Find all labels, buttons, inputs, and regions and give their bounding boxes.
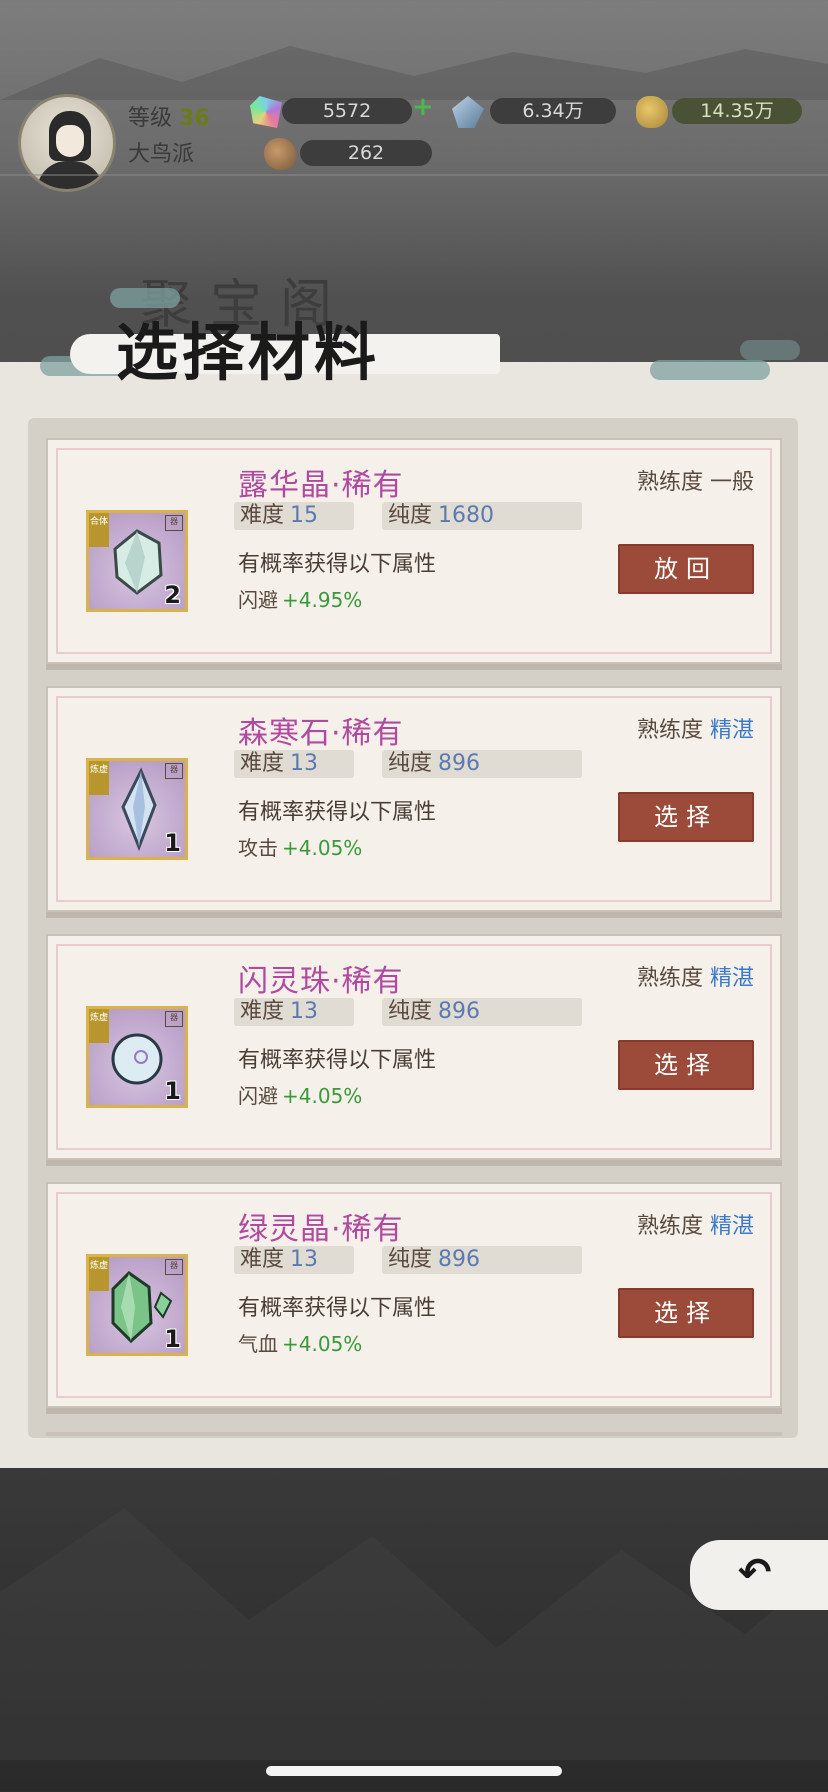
- attribute-description: 有概率获得以下属性: [238, 552, 437, 577]
- player-top-bar: 等级 36 大鸟派 5572 + 6.34万 14.35万 262: [0, 84, 828, 192]
- proficiency-value: 精湛: [709, 718, 754, 743]
- material-quantity: 1: [164, 1325, 181, 1353]
- select-button[interactable]: 选择: [618, 1040, 754, 1090]
- proficiency: 熟练度 精湛: [636, 966, 754, 991]
- proficiency: 熟练度 一般: [636, 470, 754, 495]
- proficiency-value: 精湛: [709, 966, 754, 991]
- player-avatar[interactable]: [18, 94, 116, 192]
- difficulty-value: 13: [290, 751, 319, 776]
- difficulty-value: 15: [290, 503, 319, 528]
- attribute-line: 气血 +4.05%: [238, 1328, 362, 1357]
- attribute-name: 闪避: [238, 1084, 278, 1108]
- proficiency-value: 一般: [709, 470, 754, 495]
- purity-value: 896: [438, 1247, 481, 1272]
- put-back-button[interactable]: 放回: [618, 544, 754, 594]
- difficulty-chip: 难度 13: [234, 1246, 354, 1274]
- player-level: 等级 36: [128, 100, 210, 132]
- attribute-value: +4.05%: [282, 1332, 363, 1356]
- difficulty-chip: 难度 13: [234, 998, 354, 1026]
- difficulty-value: 13: [290, 1247, 319, 1272]
- material-icon-slot[interactable]: 炼虚 器 1: [86, 1254, 188, 1356]
- resource-crystal: 6.34万: [490, 98, 616, 124]
- add-resource-icon[interactable]: +: [412, 92, 434, 122]
- material-card: 炼虚 器 1 绿灵晶·稀有 熟练度 精湛 难度 13 纯度 896 有概率获得以下属…: [46, 1182, 782, 1408]
- list-bottom-edge: [46, 1432, 782, 1436]
- resource-spirit-stone: 5572: [282, 98, 412, 124]
- attribute-description: 有概率获得以下属性: [238, 800, 437, 825]
- proficiency: 熟练度 精湛: [636, 718, 754, 743]
- home-indicator[interactable]: [266, 1766, 562, 1776]
- difficulty-chip: 难度 15: [234, 502, 354, 530]
- resource-gold: 14.35万: [672, 98, 802, 124]
- player-sect: 大鸟派: [128, 142, 195, 167]
- difficulty-value: 13: [290, 999, 319, 1024]
- purity-chip: 纯度 896: [382, 1246, 582, 1274]
- proficiency-value: 精湛: [709, 1214, 754, 1239]
- purity-chip: 纯度 1680: [382, 502, 582, 530]
- rainbow-gem-icon: [250, 96, 282, 128]
- material-card: 合体 器 2 露华晶·稀有 熟练度 一般 难度 15 纯度 1680 有概率获得以下…: [46, 438, 782, 664]
- title-text: 选择材料: [116, 316, 381, 389]
- select-button[interactable]: 选择: [618, 792, 754, 842]
- material-icon-slot[interactable]: 合体 器 2: [86, 510, 188, 612]
- material-name: 森寒石·稀有: [238, 716, 404, 751]
- purity-chip: 纯度 896: [382, 750, 582, 778]
- material-name: 露华晶·稀有: [238, 468, 404, 503]
- resource-ore: 262: [300, 140, 432, 166]
- purity-value: 896: [438, 999, 481, 1024]
- purity-value: 1680: [438, 503, 495, 528]
- panel-title: 选择材料: [70, 300, 510, 400]
- attribute-name: 攻击: [238, 836, 278, 860]
- material-card: 炼虚 器 1 森寒石·稀有 熟练度 精湛 难度 13 纯度 896 有概率获得以下属…: [46, 686, 782, 912]
- gold-nugget-icon: [636, 96, 668, 128]
- material-quantity: 2: [164, 581, 181, 609]
- attribute-line: 攻击 +4.05%: [238, 832, 362, 861]
- ore-icon: [264, 138, 296, 170]
- attribute-description: 有概率获得以下属性: [238, 1296, 437, 1321]
- select-button[interactable]: 选择: [618, 1288, 754, 1338]
- attribute-name: 闪避: [238, 588, 278, 612]
- back-button[interactable]: ↶: [690, 1540, 828, 1610]
- material-icon-slot[interactable]: 炼虚 器 1: [86, 1006, 188, 1108]
- attribute-value: +4.05%: [282, 836, 363, 860]
- attribute-name: 气血: [238, 1332, 278, 1356]
- divider: [0, 174, 828, 176]
- cloud-decoration: [650, 360, 770, 380]
- material-icon-slot[interactable]: 炼虚 器 1: [86, 758, 188, 860]
- back-arrow-icon: ↶: [738, 1550, 772, 1596]
- material-name: 闪灵珠·稀有: [238, 964, 404, 999]
- difficulty-chip: 难度 13: [234, 750, 354, 778]
- level-label: 等级: [128, 106, 173, 131]
- attribute-line: 闪避 +4.05%: [238, 1080, 362, 1109]
- attribute-line: 闪避 +4.95%: [238, 584, 362, 613]
- material-quantity: 1: [164, 829, 181, 857]
- material-card: 炼虚 器 1 闪灵珠·稀有 熟练度 精湛 难度 13 纯度 896 有概率获得以下属…: [46, 934, 782, 1160]
- purity-chip: 纯度 896: [382, 998, 582, 1026]
- cloud-decoration: [740, 340, 800, 360]
- level-value: 36: [179, 106, 210, 131]
- attribute-description: 有概率获得以下属性: [238, 1048, 437, 1073]
- blue-gem-icon: [452, 96, 484, 128]
- material-quantity: 1: [164, 1077, 181, 1105]
- mountain-silhouette: [0, 1508, 828, 1760]
- proficiency: 熟练度 精湛: [636, 1214, 754, 1239]
- purity-value: 896: [438, 751, 481, 776]
- attribute-value: +4.05%: [282, 1084, 363, 1108]
- material-name: 绿灵晶·稀有: [238, 1212, 404, 1247]
- attribute-value: +4.95%: [282, 588, 363, 612]
